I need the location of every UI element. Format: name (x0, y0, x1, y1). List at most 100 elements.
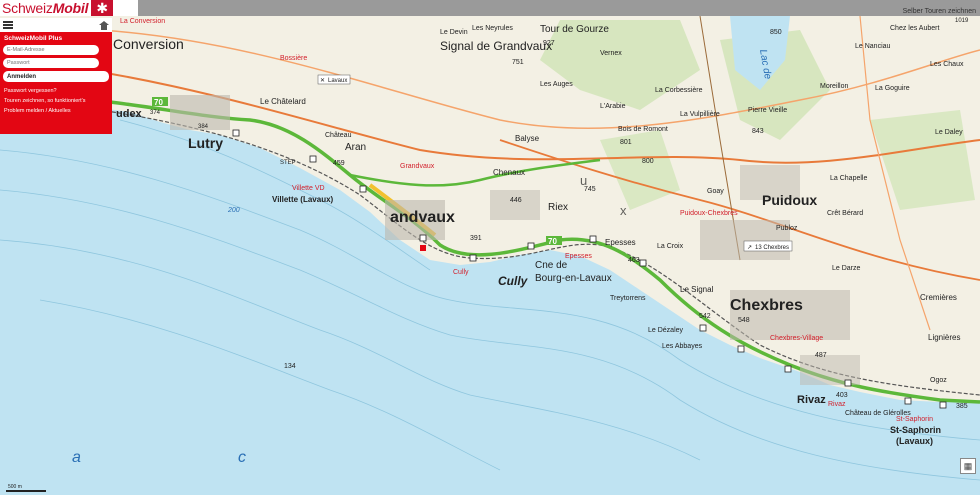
label-la-corbessiere: La Corbessière (655, 87, 703, 94)
label-cremieres: Cremières (920, 293, 957, 302)
elevation-label: 850 (770, 29, 782, 36)
label-les-abbayes: Les Abbayes (662, 343, 703, 350)
label-balyse: Balyse (515, 134, 540, 143)
label-chenaux: Chenaux (493, 168, 525, 177)
label-riex: Riex (548, 202, 568, 213)
home-icon[interactable] (99, 20, 109, 30)
label-rivaz: Rivaz (797, 394, 826, 406)
report-problem-link[interactable]: Problem melden / Aktuelles (0, 106, 112, 116)
elevation-label: 384 (198, 124, 209, 130)
topographic-map[interactable]: Lutry Conversion udex andvaux Cully Chex… (0, 0, 980, 495)
email-field[interactable] (3, 45, 99, 55)
label-cret-berard: Crêt Bérard (827, 210, 863, 217)
label-lavaux-paren: (Lavaux) (896, 436, 933, 446)
label-aran: Aran (345, 142, 366, 153)
label-cully: Cully (498, 274, 529, 288)
elevation-label: 843 (752, 128, 764, 135)
label-les-auges: Les Auges (540, 81, 573, 88)
top-bar: SchweizMobil ✱ Selber Touren zeichnen (0, 0, 980, 16)
elevation-label: 403 (836, 392, 848, 399)
elevation-label: 200 (227, 207, 240, 214)
label-st-saphorin: St-Saphorin (890, 425, 941, 435)
lake-label-u: u (580, 173, 587, 188)
elevation-label: 542 (699, 313, 711, 320)
label-chexbres: Chexbres (730, 297, 803, 314)
label-chez-les-aubert: Chez les Aubert (890, 25, 939, 32)
current-location-marker[interactable] (420, 245, 426, 251)
svg-text:70: 70 (154, 98, 163, 107)
brand-star-icon: ✱ (91, 0, 114, 16)
elevation-label: 548 (738, 317, 750, 324)
label-chateau: Château (325, 132, 352, 139)
label-bossiere: Bossière (280, 55, 307, 62)
label-signal-de-grandvaux: Signal de Grandvaux (440, 39, 552, 53)
forgot-password-link[interactable]: Passwort vergessen? (0, 86, 112, 96)
label-bois-de-romont: Bois de Romont (618, 126, 668, 133)
label-publoz: Publoz (776, 225, 798, 232)
label-la-goguire: La Goguire (875, 85, 910, 92)
label-step: STEP (280, 160, 296, 166)
password-field[interactable] (3, 58, 99, 68)
label-lignieres: Lignières (928, 333, 960, 342)
label-villette-lavaux: Villette (Lavaux) (272, 195, 334, 204)
label-vernex: Vernex (600, 50, 622, 57)
poi-tag-lavaux[interactable]: Lavaux ✕ (317, 74, 351, 85)
label-ogoz: Ogoz (930, 377, 947, 384)
elevation-label: 751 (512, 59, 524, 66)
hamburger-menu-icon[interactable] (3, 21, 13, 29)
label-grandvaux-station: Grandvaux (400, 163, 435, 170)
poi-tag-chexbres[interactable]: 13 Chexbres ↗ (743, 240, 793, 252)
map-canvas[interactable]: Lutry Conversion udex andvaux Cully Chex… (0, 0, 980, 495)
svg-text:13 Chexbres: 13 Chexbres (755, 245, 789, 251)
label-cully-station: Cully (453, 269, 469, 276)
label-goay: Goay (707, 188, 724, 195)
elevation-label: 459 (333, 160, 345, 167)
elevation-label: 374 (150, 110, 161, 116)
label-cne-de: Cne de (535, 260, 568, 271)
login-button[interactable]: Anmelden (3, 71, 109, 82)
lake-label-c: c (238, 449, 246, 466)
brand-logo[interactable]: SchweizMobil ✱ (0, 0, 138, 16)
label-villette-vd: Villette VD (292, 185, 325, 192)
label-lutry: Lutry (188, 135, 223, 151)
label-le-devin: Le Devin (440, 29, 468, 36)
lake-label-a: a (72, 449, 81, 466)
label-la-conversion: La Conversion (120, 18, 165, 25)
label-treytorrens: Treytorrens (610, 295, 646, 302)
label-epesses: Epesses (605, 238, 636, 247)
svg-text:✕: ✕ (320, 78, 325, 84)
label-le-dezaley: Le Dézaley (648, 327, 684, 334)
label-la-chapelle: La Chapelle (830, 175, 867, 182)
route-number-marker[interactable]: 70 (546, 236, 562, 246)
top-hint[interactable]: Selber Touren zeichnen (903, 8, 976, 15)
label-les-neyrules: Les Neyrules (472, 25, 513, 32)
elevation-label: 446 (510, 197, 522, 204)
label-epesses-station: Epesses (565, 253, 592, 260)
scale-bar (6, 490, 46, 492)
lake-label-x: x (620, 203, 627, 218)
svg-text:↗: ↗ (747, 245, 752, 251)
label-le-daley: Le Daley (935, 129, 963, 136)
label-le-nanciau: Le Nanciau (855, 43, 891, 50)
label-rivaz-station: Rivaz (828, 401, 846, 408)
label-puidoux-chexbres: Puidoux-Chexbres (680, 210, 738, 217)
label-chexbres-village: Chexbres-Village (770, 335, 823, 342)
login-panel: SchweizMobil Plus Anmelden Passwort verg… (0, 18, 112, 134)
label-udex: udex (116, 108, 143, 120)
label-grandvaux: andvaux (390, 209, 455, 226)
label-tour-de-gourze: Tour de Gourze (540, 24, 609, 35)
label-le-darze: Le Darze (832, 265, 861, 272)
label-bourg: Bourg-en-Lavaux (535, 273, 612, 284)
elevation-label: 800 (642, 158, 654, 165)
label-puidoux: Puidoux (762, 192, 817, 208)
layers-icon[interactable]: ▦ (960, 458, 976, 474)
draw-tours-link[interactable]: Touren zeichnen, so funktioniert's (0, 96, 112, 106)
route-number-marker[interactable]: 70 (152, 97, 168, 107)
label-pierre-vieille: Pierre Vieille (748, 107, 787, 114)
label-les-chaux: Les Chaux (930, 61, 964, 68)
elevation-label: 927 (543, 40, 555, 47)
brand-name: SchweizMobil (2, 0, 89, 16)
label-moreillon: Moreillon (820, 83, 849, 90)
label-larabie: L'Arabie (600, 103, 626, 110)
elevation-label: 385 (956, 403, 968, 410)
